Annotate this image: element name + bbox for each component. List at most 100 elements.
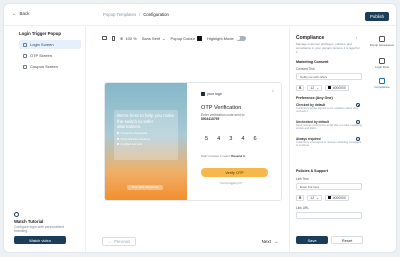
preference-option-checked[interactable]: Checked by default Customers will be sig… bbox=[296, 103, 362, 113]
logo-text: your logo bbox=[207, 92, 222, 96]
back-label: Back bbox=[19, 11, 30, 16]
link-format-row: B 12 ⌄ #000000 bbox=[296, 194, 362, 201]
popup-image-panel: We're here to help you make the switch t… bbox=[105, 83, 187, 200]
sidebar-title: Login Trigger Popup bbox=[19, 31, 62, 36]
text-color-picker[interactable]: #000000 bbox=[324, 84, 349, 91]
watch-video-button[interactable]: Watch video bbox=[14, 236, 66, 245]
tab-popup-appearance[interactable]: Popup Appearance bbox=[366, 36, 396, 47]
collapse-icon[interactable]: ‹ bbox=[356, 35, 357, 40]
app-frame: ← Back Popup Templates / Configuration P… bbox=[3, 3, 397, 253]
bullet-text: Trusted by thousands bbox=[120, 131, 148, 135]
tab-label: Compliance bbox=[374, 84, 390, 89]
otp-digit[interactable]: 4 bbox=[217, 136, 220, 142]
sidebar-item-coupon-screen[interactable]: Coupon Screen bbox=[19, 62, 81, 71]
breadcrumb-separator: / bbox=[139, 12, 141, 17]
otp-digit-inputs[interactable]: 5 4 3 4 6 bbox=[205, 136, 257, 142]
font-size-value: 12 bbox=[310, 195, 315, 200]
popup-color-picker[interactable]: Popup Colour bbox=[170, 35, 202, 41]
text-color-value: #000000 bbox=[332, 85, 346, 90]
next-button[interactable]: Next → bbox=[258, 237, 282, 246]
marketing-consent-heading: Marketing Consent bbox=[296, 60, 329, 64]
link-url-label: Link URL bbox=[296, 206, 310, 210]
publish-button[interactable]: Publish bbox=[365, 12, 389, 21]
tab-label: Login Flow bbox=[375, 64, 389, 69]
arrow-right-icon: → bbox=[273, 239, 279, 244]
tutorial-card: Watch Tutorial Configure login with pers… bbox=[14, 212, 78, 245]
link-url-input[interactable] bbox=[296, 212, 362, 219]
consent-text-input[interactable]: Notify me with offers bbox=[296, 73, 362, 80]
highlight-label: Highlight Mode bbox=[206, 35, 234, 41]
verify-otp-button[interactable]: Verify OTP bbox=[201, 168, 268, 177]
chevron-down-icon: ⌄ bbox=[162, 35, 166, 41]
font-value: Sans Serif bbox=[141, 35, 161, 41]
preference-option-required[interactable]: Always required Customers must agree to … bbox=[296, 137, 362, 147]
breadcrumb: Popup Templates / Configuration bbox=[103, 12, 169, 17]
screen-icon bbox=[23, 64, 27, 69]
chevron-down-icon: ⌄ bbox=[316, 85, 319, 90]
radio-selected[interactable] bbox=[356, 103, 360, 107]
color-swatch bbox=[327, 196, 331, 199]
mobile-icon[interactable] bbox=[112, 35, 115, 41]
tab-compliance[interactable]: Compliance bbox=[366, 78, 396, 89]
breadcrumb-current: Configuration bbox=[143, 12, 169, 17]
tutorial-title: Watch Tutorial bbox=[14, 219, 44, 224]
highlight-mode: Highlight Mode bbox=[206, 35, 246, 41]
bullet-text: Chemical-free solutions bbox=[120, 136, 150, 141]
preference-option-unchecked[interactable]: Unchecked by default Send notices receiv… bbox=[296, 120, 362, 130]
consent-text-label: Consent Text bbox=[296, 67, 315, 71]
policies-heading: Policies & Support bbox=[296, 169, 328, 173]
font-size-select[interactable]: 12 ⌄ bbox=[307, 84, 322, 91]
bold-button[interactable]: B bbox=[296, 194, 305, 201]
breadcrumb-templates[interactable]: Popup Templates bbox=[103, 12, 136, 17]
popup-color-label: Popup Colour bbox=[170, 35, 195, 41]
otp-digit[interactable]: 5 bbox=[205, 136, 208, 142]
logo-icon bbox=[201, 92, 205, 96]
signup-text[interactable]: You're logging in? bbox=[220, 181, 242, 185]
link-text-input[interactable]: Enter link here bbox=[296, 183, 362, 190]
resend-link[interactable]: Resend it bbox=[231, 154, 245, 158]
close-icon[interactable]: × bbox=[272, 88, 274, 93]
font-size-value: 12 bbox=[310, 85, 315, 90]
highlight-toggle[interactable] bbox=[235, 35, 246, 41]
settings-tabs: Popup Appearance Login Flow Compliance bbox=[366, 26, 396, 252]
otp-digit[interactable]: 4 bbox=[241, 136, 244, 142]
font-size-select[interactable]: 12 ⌄ bbox=[307, 194, 322, 201]
top-bar: ← Back Popup Templates / Configuration P… bbox=[4, 4, 396, 26]
check-icon bbox=[117, 137, 119, 140]
tab-label: Popup Appearance bbox=[369, 42, 395, 47]
option-description: Send notices received by email that you … bbox=[296, 124, 362, 131]
editor-toolbar: ⊕ 100 % Sans Serif ⌄ Popup Colour Highli… bbox=[102, 34, 282, 42]
popup-bullet: Chemical-free solutions bbox=[117, 137, 175, 141]
zoom-select[interactable]: ⊕ 100 % bbox=[120, 36, 137, 41]
save-button[interactable]: Save bbox=[296, 236, 328, 244]
screen-icon bbox=[23, 53, 27, 58]
desktop-icon[interactable] bbox=[102, 36, 107, 40]
sidebar-item-login-screen[interactable]: Login Screen bbox=[19, 40, 81, 49]
radio-unselected[interactable] bbox=[356, 120, 360, 124]
tutorial-description: Configure login with personalized brandi… bbox=[14, 225, 64, 234]
bold-button[interactable]: B bbox=[296, 84, 305, 91]
radio-unselected[interactable] bbox=[356, 137, 360, 141]
otp-phone-number: 8904418795 bbox=[201, 117, 220, 121]
sidebar-item-label: Coupon Screen bbox=[30, 64, 58, 69]
bullet-text: Certified and safe bbox=[120, 142, 143, 146]
compliance-panel: Compliance ‹ Manage customer privileges,… bbox=[289, 26, 365, 252]
sidebar-item-otp-screen[interactable]: OTP Screen bbox=[19, 51, 81, 60]
back-button[interactable]: ← Back bbox=[12, 11, 30, 16]
previous-button[interactable]: ← Previous bbox=[102, 237, 136, 246]
arrow-left-icon: ← bbox=[107, 239, 112, 244]
text-color-picker[interactable]: #000000 bbox=[324, 194, 349, 201]
otp-digit[interactable]: 6 bbox=[254, 136, 257, 142]
otp-subtitle: Enter verification code sent to 89044187… bbox=[201, 113, 244, 121]
tab-login-flow[interactable]: Login Flow bbox=[366, 58, 396, 69]
popup-color-swatch[interactable] bbox=[196, 35, 202, 41]
brand-logo: your logo bbox=[201, 92, 222, 96]
font-select[interactable]: Sans Serif ⌄ bbox=[142, 36, 166, 41]
next-label: Next bbox=[261, 239, 271, 244]
play-icon bbox=[14, 212, 19, 217]
otp-digit[interactable]: 3 bbox=[229, 136, 232, 142]
reset-button[interactable]: Reset bbox=[331, 236, 363, 244]
arrow-left-icon: ← bbox=[12, 11, 17, 16]
sidebar: Login Trigger Popup Login Screen OTP Scr… bbox=[4, 26, 86, 252]
popup-form-panel: your logo × OTP Verification Enter verif… bbox=[187, 83, 281, 200]
